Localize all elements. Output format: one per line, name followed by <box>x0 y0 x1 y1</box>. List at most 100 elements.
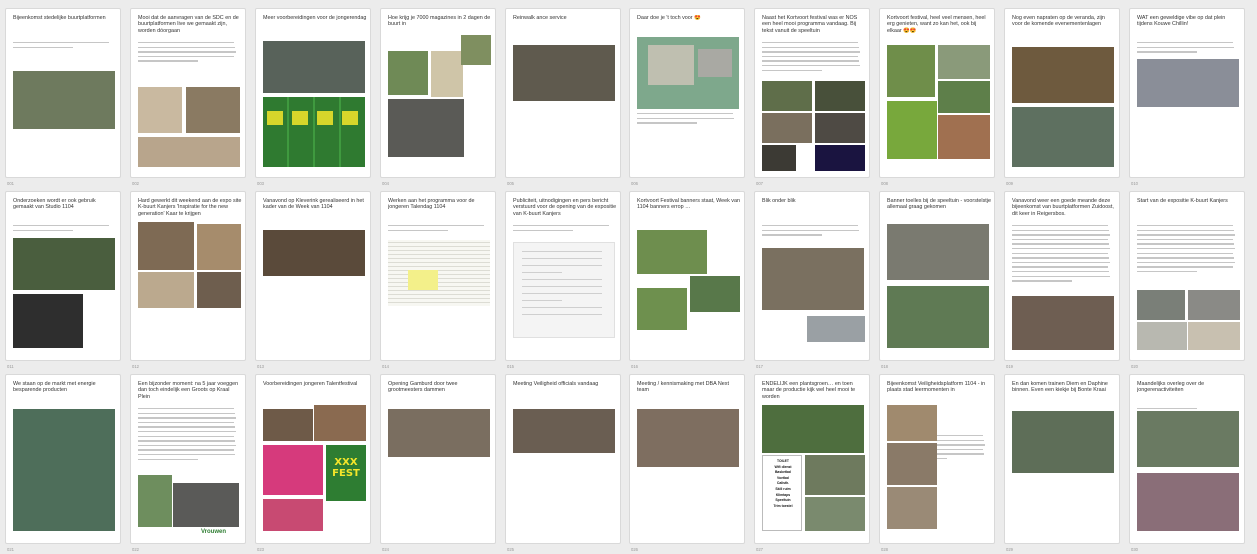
card-photo <box>805 455 865 495</box>
text-line <box>138 426 235 428</box>
text-line <box>1137 248 1235 250</box>
text-line <box>138 412 235 414</box>
text-line <box>1012 280 1072 282</box>
document-card: We staan op de markt met energie bespare… <box>5 374 121 544</box>
card-photo <box>1137 290 1185 320</box>
card-photo <box>13 71 115 129</box>
card-photo <box>263 409 313 441</box>
card-photo <box>197 272 241 308</box>
card-photo <box>138 137 240 167</box>
text-line <box>1012 229 1109 231</box>
card-title: Werken aan het programma voor de jongere… <box>388 198 475 211</box>
document-card: Nog even napraten op de veranda, zijn vo… <box>1004 8 1120 178</box>
text-line <box>637 113 733 115</box>
shirt-print <box>292 111 308 125</box>
text-line <box>138 444 236 447</box>
card-photo <box>388 409 490 457</box>
card-photo <box>1012 411 1114 473</box>
document-card: WAT een geweldige vibe op dat plein tijd… <box>1129 8 1245 178</box>
page-number: 027 <box>756 547 763 552</box>
document-card: Kortvoort Festival banners staat, Week v… <box>629 191 745 361</box>
text-line <box>762 51 860 53</box>
card-photo <box>263 230 365 276</box>
card-photo <box>1137 411 1239 467</box>
page-number: 016 <box>631 364 638 369</box>
card-photo <box>138 222 194 270</box>
doc-line <box>522 286 602 288</box>
text-line <box>762 225 858 227</box>
card-photo <box>762 405 864 453</box>
card-title: We staan op de markt met energie bespare… <box>13 381 96 394</box>
page-number: 024 <box>382 547 389 552</box>
card-title: Meeting Veiligheid officials vandaag <box>513 381 599 387</box>
poster-line: Trim toestel <box>773 503 793 508</box>
text-line <box>1012 261 1110 264</box>
card-title: Vanavond op Kleverink gerealiseerd in he… <box>263 198 364 211</box>
document-card: Bijeenkomst Veiligheidsplatform 1104 - i… <box>879 374 995 544</box>
text-line <box>1137 225 1233 227</box>
page-number: 023 <box>257 547 264 552</box>
card-photo <box>637 288 687 330</box>
text-line <box>762 55 858 58</box>
card-photo <box>637 409 739 467</box>
doc-line <box>522 258 602 260</box>
doc-line <box>522 293 602 295</box>
page-number: 004 <box>382 181 389 186</box>
text-line <box>762 229 859 231</box>
card-photo <box>698 49 732 77</box>
card-photo <box>805 497 865 531</box>
card-title: Een bijzonder moment: na 5 jaar voeggen … <box>138 381 239 400</box>
page-number: 018 <box>881 364 888 369</box>
text-line <box>138 55 234 58</box>
page-number: 006 <box>631 181 638 186</box>
page-number: 008 <box>881 181 888 186</box>
text-line <box>138 417 236 419</box>
text-line <box>138 421 234 424</box>
text-line <box>13 46 73 48</box>
text-line <box>388 229 448 231</box>
card-title: Vanavond weer een goede meande deze bije… <box>1012 198 1114 217</box>
document-card: Meeting Veiligheid officials vandaag <box>505 374 621 544</box>
text-line <box>138 435 234 437</box>
text-line <box>1012 243 1109 245</box>
document-card: Mooi dat de aanvragen van de SDC en de b… <box>130 8 246 178</box>
page-number: 005 <box>507 181 514 186</box>
doc-line <box>522 307 602 309</box>
card-photo <box>388 240 490 306</box>
text-line <box>13 225 109 227</box>
card-title: Daar doe je 't toch voor 😍 <box>637 15 701 21</box>
text-line <box>762 69 822 71</box>
document-card: Start van de expositie K-buurt Kanjers <box>1129 191 1245 361</box>
card-title: Reinwalk ance service <box>513 15 567 21</box>
card-photo <box>461 35 491 65</box>
card-title: Publiciteit, uitnodigingen en pers beric… <box>513 198 617 217</box>
card-photo: TOILET Wifi dienst Basketbal Voetbal Calisth… <box>762 455 802 531</box>
card-photo <box>13 294 83 348</box>
card-photo <box>887 443 937 485</box>
card-title: Kortvoort Festival banners staat, Week v… <box>637 198 740 211</box>
page-number: 028 <box>881 547 888 552</box>
page-number: 025 <box>507 547 514 552</box>
text-line <box>138 46 235 48</box>
document-card: Publiciteit, uitnodigingen en pers beric… <box>505 191 621 361</box>
text-line <box>762 65 860 67</box>
card-photo <box>690 276 740 312</box>
card-photo <box>1137 322 1187 350</box>
card-photo <box>887 286 989 348</box>
text-line <box>1012 266 1108 268</box>
document-card: Meeting / kennismaking met DBA Next team <box>629 374 745 544</box>
document-card: Kortvoort festival, heel veel mensen, he… <box>879 8 995 178</box>
text-line <box>138 51 236 53</box>
page-number: 001 <box>7 181 14 186</box>
card-photo <box>807 316 865 342</box>
card-photo <box>1188 290 1240 320</box>
text-line <box>513 229 573 231</box>
card-title: En dan komen trainen Diem en Daphine bin… <box>1012 381 1108 394</box>
doc-line <box>522 272 562 274</box>
document-card: Onderzoeken wordt er ook gebruik gemaakt… <box>5 191 121 361</box>
card-photo <box>938 45 990 79</box>
document-card: Een bijzonder moment: na 5 jaar voeggen … <box>130 374 246 544</box>
document-card: Hoe krijg je 7000 magazines in 2 dagen d… <box>380 8 496 178</box>
document-card: Naast het Kortvoort festival was er NOS … <box>754 8 870 178</box>
sheet-highlight <box>408 270 438 290</box>
